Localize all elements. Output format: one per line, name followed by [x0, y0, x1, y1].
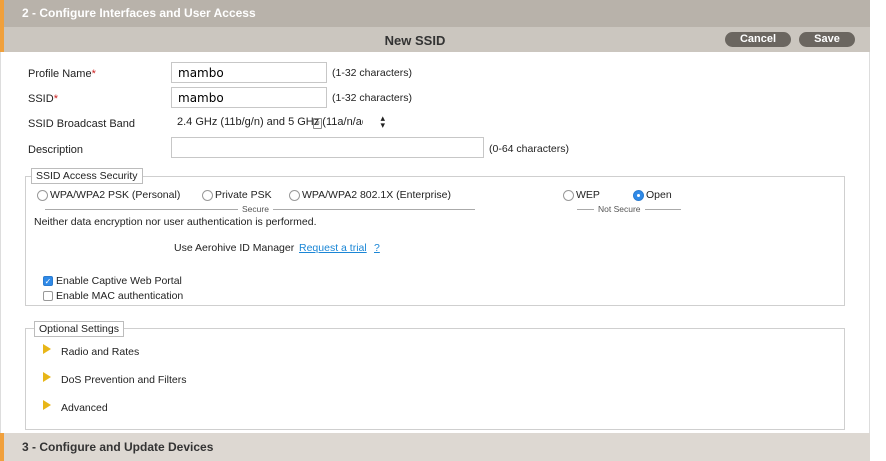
- description-input[interactable]: [171, 137, 484, 158]
- profile-name-input[interactable]: [171, 62, 327, 83]
- step2-title: 2 - Configure Interfaces and User Access: [22, 6, 256, 20]
- profile-name-hint: (1-32 characters): [332, 67, 412, 79]
- checkbox-checked-icon: ✓: [43, 276, 53, 287]
- radio-open[interactable]: Open: [633, 189, 672, 201]
- radio-wep[interactable]: WEP: [563, 189, 600, 201]
- profile-name-label: Profile Name*: [28, 68, 96, 80]
- save-button[interactable]: Save: [799, 32, 855, 47]
- radio-private-psk[interactable]: Private PSK: [202, 189, 272, 201]
- description-hint: (0-64 characters): [489, 143, 569, 155]
- request-trial-link[interactable]: Request a trial: [299, 242, 367, 254]
- radio-icon: [289, 189, 300, 201]
- help-link[interactable]: ?: [374, 242, 380, 254]
- page-title: New SSID: [384, 33, 446, 48]
- ssid-form: Profile Name* ≡ (1-32 characters) SSID* …: [0, 52, 870, 433]
- select-arrows-icon: ▴ ▾: [380, 113, 385, 130]
- ssid-label: SSID*: [28, 93, 58, 105]
- radio-icon: [37, 189, 48, 201]
- not-secure-group-label: Not Secure: [594, 204, 645, 214]
- step2-header[interactable]: 2 - Configure Interfaces and User Access: [0, 0, 870, 27]
- band-label: SSID Broadcast Band: [28, 118, 136, 130]
- expand-triangle-icon[interactable]: [43, 400, 51, 410]
- secure-group-label: Secure: [238, 204, 273, 214]
- mac-auth-checkbox[interactable]: Enable MAC authentication: [43, 290, 183, 302]
- radio-wpa-enterprise[interactable]: WPA/WPA2 802.1X (Enterprise): [289, 189, 451, 201]
- step3-title: 3 - Configure and Update Devices: [22, 440, 214, 454]
- step3-header[interactable]: 3 - Configure and Update Devices: [0, 433, 870, 461]
- radio-icon: [202, 189, 213, 201]
- radio-and-rates-link[interactable]: Radio and Rates: [61, 346, 139, 358]
- security-note: Neither data encryption nor user authent…: [34, 216, 317, 228]
- radio-selected-icon: [633, 189, 644, 201]
- captive-portal-checkbox[interactable]: ✓ Enable Captive Web Portal: [43, 275, 182, 287]
- ssid-title-bar: New SSID Cancel Save: [0, 27, 870, 52]
- cancel-button[interactable]: Cancel: [725, 32, 791, 47]
- ssid-input[interactable]: [171, 87, 327, 108]
- radio-wpa-psk[interactable]: WPA/WPA2 PSK (Personal): [37, 189, 180, 201]
- access-security-legend: SSID Access Security: [31, 168, 143, 184]
- dos-prevention-link[interactable]: DoS Prevention and Filters: [61, 374, 186, 386]
- advanced-link[interactable]: Advanced: [61, 402, 108, 414]
- checkbox-icon: [43, 291, 53, 302]
- band-select[interactable]: 2.4 GHz (11b/g/n) and 5 GHz (11a/n/ac) ▴…: [171, 113, 387, 133]
- ssid-hint: (1-32 characters): [332, 92, 412, 104]
- description-label: Description: [28, 144, 84, 156]
- radio-icon: [563, 189, 574, 201]
- id-manager-text: Use Aerohive ID Manager: [174, 242, 295, 254]
- expand-triangle-icon[interactable]: [43, 344, 51, 354]
- optional-settings-legend: Optional Settings: [34, 321, 124, 337]
- band-select-value: 2.4 GHz (11b/g/n) and 5 GHz (11a/n/ac): [177, 116, 363, 128]
- expand-triangle-icon[interactable]: [43, 372, 51, 382]
